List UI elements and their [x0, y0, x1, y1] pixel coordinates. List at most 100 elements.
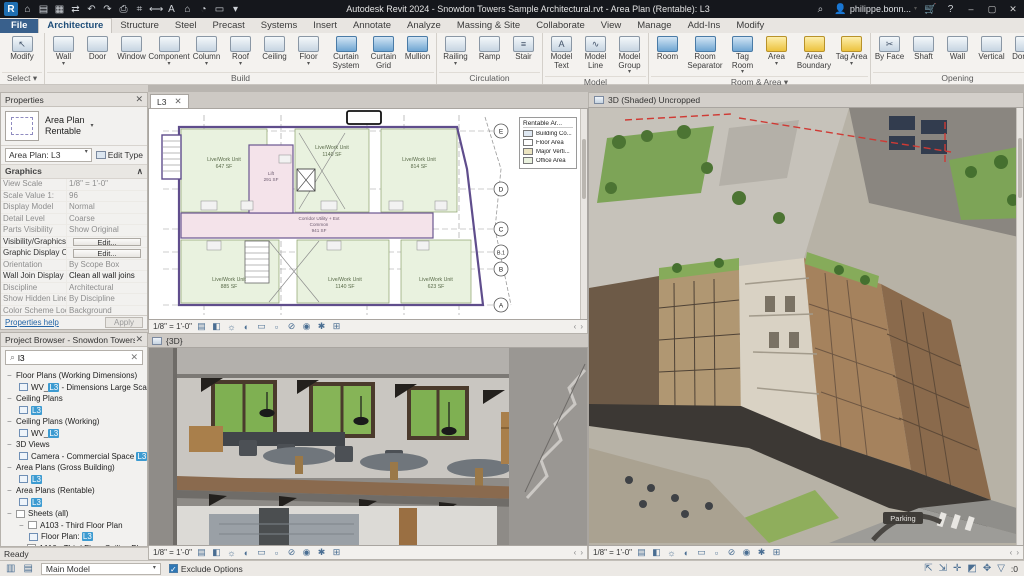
tab-steel[interactable]: Steel	[167, 19, 205, 33]
active-workset-select[interactable]: Main Model ▾	[40, 562, 161, 575]
property-button-edit[interactable]: Edit...	[73, 237, 141, 246]
show-constraints-icon[interactable]: ⊞	[331, 547, 342, 558]
property-button-edit[interactable]: Edit...	[73, 249, 141, 258]
browser-search[interactable]: ⌕ ✕	[5, 350, 143, 365]
tab-insert[interactable]: Insert	[305, 19, 345, 33]
panel-label-select[interactable]: Select ▾	[2, 72, 42, 84]
section-view-header[interactable]: {3D}	[148, 334, 588, 347]
section-3d-viewport[interactable]	[148, 347, 588, 546]
tool-tag-area[interactable]: Tag Area ▾	[835, 34, 868, 67]
select-by-face-icon[interactable]: ◩	[967, 563, 976, 574]
section-icon[interactable]: ◔	[197, 4, 210, 15]
visual-style-icon[interactable]: ◧	[651, 547, 662, 558]
tool-curtain-grid[interactable]: Curtain Grid	[367, 34, 400, 70]
tree-item-l3[interactable]: L3	[3, 497, 147, 509]
tab-file[interactable]: File	[0, 19, 39, 33]
tab-manage[interactable]: Manage	[629, 19, 679, 33]
property-row-display-model[interactable]: Display Model Normal	[1, 202, 147, 214]
tab-analyze[interactable]: Analyze	[399, 19, 449, 33]
text-icon[interactable]: A	[165, 4, 178, 15]
tool-ceiling[interactable]: Ceiling	[258, 34, 291, 62]
tool-dormer[interactable]: Dormer	[1009, 34, 1024, 62]
sync-icon[interactable]: ⇄	[69, 4, 82, 15]
tool-stair[interactable]: ≡ Stair	[507, 34, 540, 62]
property-row-view-scale[interactable]: View Scale 1/8" = 1'-0"	[1, 179, 147, 191]
editable-only-icon[interactable]: ▤	[23, 563, 32, 574]
vertical-scrollbar[interactable]	[580, 109, 587, 319]
tool-wall[interactable]: Wall ▾	[47, 34, 80, 67]
temporary-hide-isolate-icon[interactable]: ⊘	[286, 321, 297, 332]
tab-massing-site[interactable]: Massing & Site	[449, 19, 528, 33]
tool-ramp[interactable]: Ramp	[473, 34, 506, 62]
tree-item-camera-commercial-space-l3[interactable]: Camera - Commercial Space L3	[3, 451, 147, 463]
shaded-view-header[interactable]: 3D (Shaded) Uncropped	[588, 92, 1024, 107]
tree-item-ceiling-plans-working[interactable]: − Ceiling Plans (Working)	[3, 416, 147, 428]
property-row-discipline[interactable]: Discipline Architectural	[1, 282, 147, 294]
search-input[interactable]	[18, 352, 128, 363]
drag-on-selection-icon[interactable]: ✥	[983, 563, 991, 574]
tab-architecture[interactable]: Architecture	[38, 18, 113, 33]
tool-model-line[interactable]: ∿ Model Line	[579, 34, 612, 70]
close-button[interactable]: ✕	[1006, 4, 1020, 15]
tool-modify[interactable]: ↖ Modify	[2, 34, 42, 62]
tool-shaft[interactable]: Shaft	[907, 34, 940, 62]
tree-item-ceiling-plans[interactable]: − Ceiling Plans	[3, 393, 147, 405]
shaded-3d-viewport[interactable]: #	[588, 107, 1024, 546]
reveal-hidden-elements-icon[interactable]: ◉	[301, 321, 312, 332]
detail-level-icon[interactable]: ▤	[636, 547, 647, 558]
sun-path-icon[interactable]: ☼	[226, 548, 237, 558]
type-selector[interactable]: Area Plan Rentable ▾	[1, 107, 147, 146]
collapse-icon[interactable]: −	[7, 509, 13, 518]
collapse-icon[interactable]: −	[19, 521, 25, 530]
tool-room-separator[interactable]: Room Separator	[685, 34, 725, 70]
account-menu[interactable]: 👤 philippe.bonn... ▾	[834, 4, 917, 15]
tool-by-face[interactable]: ✂ By Face	[873, 34, 906, 62]
tab-structure[interactable]: Structure	[112, 19, 167, 33]
restore-button[interactable]: ▢	[985, 4, 999, 15]
sun-path-icon[interactable]: ☼	[226, 322, 237, 332]
crop-view-icon[interactable]: ▭	[256, 321, 267, 332]
reveal-hidden-elements-icon[interactable]: ◉	[301, 547, 312, 558]
tool-room[interactable]: Room	[651, 34, 684, 62]
apply-button[interactable]: Apply	[104, 317, 143, 328]
plan-viewport[interactable]: E D C B.1 B A Live/Work Unit 647 SF Live/…	[148, 108, 588, 320]
tree-item-l3[interactable]: L3	[3, 405, 147, 417]
sun-path-icon[interactable]: ☼	[666, 548, 677, 558]
reveal-hidden-elements-icon[interactable]: ◉	[741, 547, 752, 558]
select-links-icon[interactable]: ⇱	[924, 563, 932, 574]
undo-icon[interactable]: ↶	[85, 4, 98, 15]
scroll-left-icon[interactable]: ‹	[574, 322, 577, 331]
select-underlay-icon[interactable]: ⇲	[939, 563, 947, 574]
panel-label-circulation[interactable]: Circulation	[439, 72, 540, 84]
collapse-icon[interactable]: −	[7, 486, 13, 495]
temporary-view-properties-icon[interactable]: ✱	[756, 547, 767, 558]
exclude-options-toggle[interactable]: ✓ Exclude Options	[168, 564, 243, 574]
show-constraints-icon[interactable]: ⊞	[331, 321, 342, 332]
default-3d-view-icon[interactable]: ⌂	[181, 4, 194, 15]
scroll-right-icon[interactable]: ›	[580, 322, 583, 331]
select-pinned-icon[interactable]: ✛	[953, 563, 961, 574]
close-icon[interactable]: ✕	[174, 96, 181, 107]
tool-area[interactable]: Area ▾	[760, 34, 793, 67]
property-row-parts-visibility[interactable]: Parts Visibility Show Original	[1, 225, 147, 237]
tree-item-3d-views[interactable]: −3D Views	[3, 439, 147, 451]
close-icon[interactable]: ✕	[135, 94, 143, 105]
property-row-wall-join-display[interactable]: Wall Join Display Clean all wall joins	[1, 271, 147, 283]
collapse-icon[interactable]: −	[7, 394, 13, 403]
tool-component[interactable]: Component ▾	[148, 34, 190, 67]
vertical-scrollbar[interactable]	[1016, 108, 1023, 545]
tool-roof[interactable]: Roof ▾	[224, 34, 257, 67]
worksets-icon[interactable]: ▥	[6, 563, 15, 574]
crop-view-icon[interactable]: ▭	[696, 547, 707, 558]
property-row-show-hidden-lines[interactable]: Show Hidden Lines By Discipline	[1, 294, 147, 306]
scroll-left-icon[interactable]: ‹	[574, 548, 577, 557]
tool-wall[interactable]: Wall	[941, 34, 974, 62]
collapse-icon[interactable]: ∧	[137, 166, 143, 177]
temporary-hide-isolate-icon[interactable]: ⊘	[726, 547, 737, 558]
view-scale-button[interactable]: 1/8" = 1'-0"	[593, 548, 632, 557]
show-constraints-icon[interactable]: ⊞	[771, 547, 782, 558]
tab-collaborate[interactable]: Collaborate	[528, 19, 593, 33]
collapse-icon[interactable]: −	[7, 440, 13, 449]
app-store-icon[interactable]: 🛒	[924, 4, 937, 15]
detail-level-icon[interactable]: ▤	[196, 547, 207, 558]
